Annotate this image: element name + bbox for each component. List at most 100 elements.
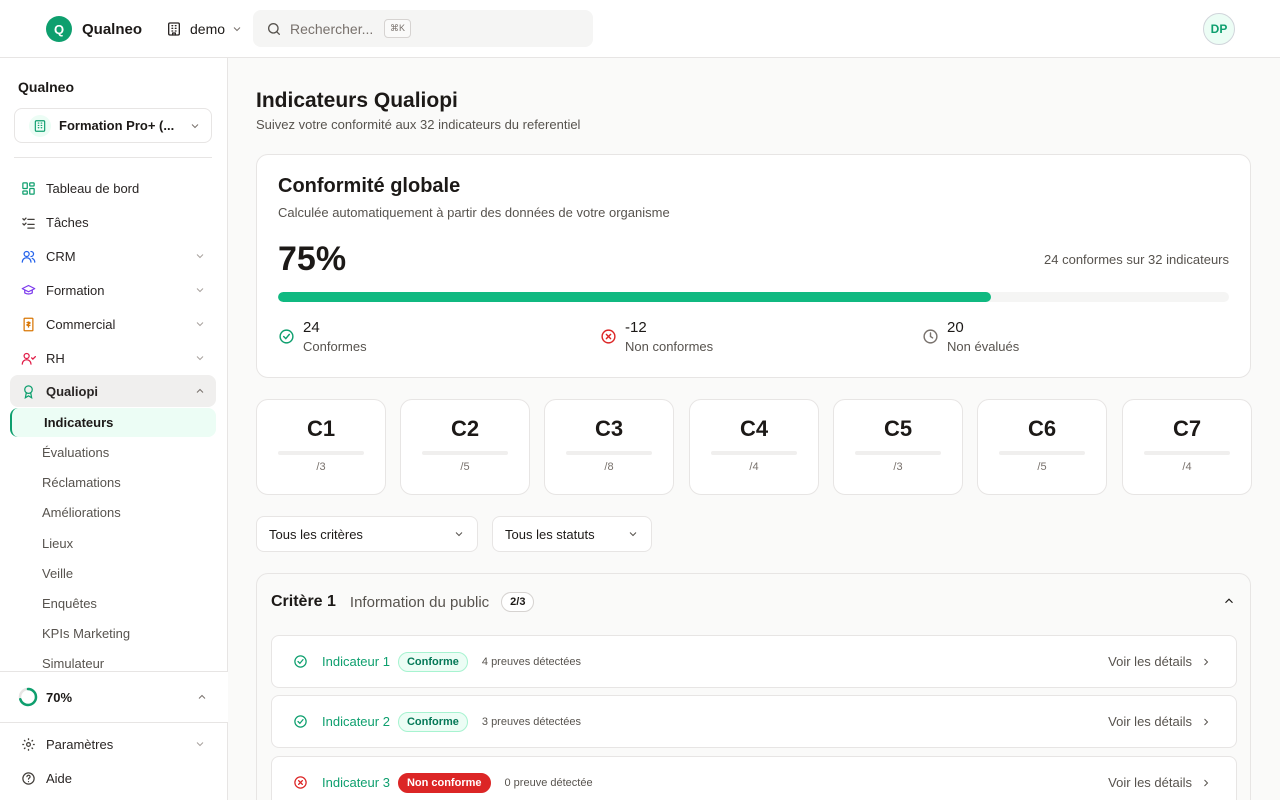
top-bar: Q Qualneo demo ⌘K DP: [0, 0, 1280, 58]
sidebar-subitem-simulateur[interactable]: Simulateur: [42, 656, 104, 671]
organization-selector[interactable]: Formation Pro+ (...: [14, 108, 212, 143]
criterion-group-title: Critère 1: [271, 593, 336, 610]
x-circle-icon: [600, 319, 617, 354]
criterion-card-c1[interactable]: C1 /3: [256, 399, 386, 495]
sidebar-item-label: Qualiopi: [46, 383, 98, 399]
criterion-card-c2[interactable]: C2 /5: [400, 399, 530, 495]
user-avatar[interactable]: DP: [1203, 13, 1235, 45]
chevron-down-icon: [194, 352, 206, 364]
sidebar-item-settings[interactable]: Paramètres: [10, 728, 216, 760]
chevron-right-icon: [1200, 656, 1212, 668]
indicator-name[interactable]: Indicateur 3: [322, 775, 390, 790]
criterion-card-c7[interactable]: C7 /4: [1122, 399, 1252, 495]
sidebar-item-rh[interactable]: RH: [10, 342, 216, 374]
view-details-link[interactable]: Voir les détails: [1108, 775, 1212, 790]
sidebar-subitem-enquetes[interactable]: Enquêtes: [42, 596, 97, 611]
criterion-group-count: 2/3: [501, 592, 535, 612]
sidebar-subitem-reclamations[interactable]: Réclamations: [42, 475, 121, 490]
check-circle-icon: [293, 654, 308, 669]
compliance-progress-fill: [278, 292, 992, 302]
stat-value: -12: [625, 319, 647, 336]
indicator-row[interactable]: Indicateur 1 Conforme 4 preuves détectée…: [271, 635, 1237, 688]
proof-count: 4 preuves détectées: [481, 655, 581, 668]
award-icon: [21, 384, 36, 399]
sidebar-item-label: Commercial: [46, 316, 116, 332]
divider: [14, 157, 212, 158]
criterion-progress: [999, 451, 1085, 455]
view-details-label: Voir les détails: [1108, 714, 1192, 729]
criterion-group-name: Information du public: [349, 593, 490, 611]
criterion-card-c4[interactable]: C4 /4: [689, 399, 819, 495]
criteria-filter-select[interactable]: Tous les critères: [256, 516, 478, 552]
criterion-progress: [711, 451, 797, 455]
criterion-total: /5: [460, 461, 470, 473]
status-badge: Conforme: [397, 711, 468, 732]
stat-value: 24: [303, 319, 320, 336]
workspace-switcher[interactable]: demo: [166, 18, 243, 40]
chevron-down-icon: [194, 250, 206, 262]
sidebar-subitem-evaluations[interactable]: Évaluations: [42, 445, 109, 460]
page-subtitle: Suivez votre conformité aux 32 indicateu…: [256, 117, 581, 132]
stat-label: Non conformes: [625, 339, 714, 354]
sidebar-item-crm[interactable]: CRM: [10, 240, 216, 272]
x-circle-icon: [293, 775, 308, 790]
sidebar-item-label: Tableau de bord: [46, 180, 140, 196]
sidebar-item-tasks[interactable]: Tâches: [10, 206, 216, 238]
sidebar-item-dashboard[interactable]: Tableau de bord: [10, 172, 216, 204]
chevron-down-icon: [194, 738, 206, 750]
criterion-code: C4: [739, 416, 769, 441]
view-details-link[interactable]: Voir les détails: [1108, 654, 1212, 669]
chevron-right-icon: [1200, 716, 1212, 728]
compliance-summary: 24 conformes sur 32 indicateurs: [1044, 252, 1229, 267]
criterion-progress: [278, 451, 364, 455]
chevron-down-icon: [231, 23, 243, 35]
criterion-code: C2: [450, 416, 480, 441]
compliance-progress-bar: [278, 292, 1229, 302]
sidebar-item-qualiopi[interactable]: Qualiopi: [10, 375, 216, 407]
sidebar-item-commercial[interactable]: Commercial: [10, 308, 216, 340]
indicator-name[interactable]: Indicateur 2: [322, 714, 390, 729]
brand-logo: Q: [46, 16, 72, 42]
sidebar-subitem-indicateurs[interactable]: Indicateurs: [10, 408, 216, 437]
search-bar[interactable]: ⌘K: [253, 10, 593, 47]
criterion-card-c3[interactable]: C3 /8: [544, 399, 674, 495]
search-input[interactable]: [290, 20, 376, 37]
chevron-up-icon[interactable]: [1222, 594, 1236, 608]
global-compliance-card: Conformité globale Calculée automatiquem…: [256, 154, 1251, 378]
criterion-group-header[interactable]: Critère 1 Information du public 2/3: [271, 592, 535, 612]
indicator-row[interactable]: Indicateur 3 Non conforme 0 preuve détec…: [271, 756, 1237, 800]
filter-value: Tous les critères: [269, 526, 363, 542]
search-icon: [266, 21, 282, 37]
compliance-percent: 75%: [278, 240, 347, 278]
chevron-up-icon: [196, 691, 208, 703]
brand[interactable]: Q Qualneo: [46, 16, 142, 42]
sidebar-subitem-lieux[interactable]: Lieux: [42, 536, 73, 551]
view-details-link[interactable]: Voir les détails: [1108, 714, 1212, 729]
criterion-code: C6: [1027, 416, 1057, 441]
sidebar-subitem-kpis-marketing[interactable]: KPIs Marketing: [42, 626, 130, 641]
criterion-total: /4: [1182, 461, 1192, 473]
indicator-row[interactable]: Indicateur 2 Conforme 3 preuves détectée…: [271, 695, 1237, 748]
sidebar-item-help[interactable]: Aide: [10, 762, 216, 794]
status-filter-select[interactable]: Tous les statuts: [492, 516, 652, 552]
sidebar-subitem-ameliorations[interactable]: Améliorations: [42, 505, 121, 520]
stat-non-conformes: -12 Non conformes: [600, 319, 713, 354]
sidebar-item-label: Paramètres: [46, 736, 114, 752]
criterion-card-c5[interactable]: C5 /3: [833, 399, 963, 495]
indicator-name[interactable]: Indicateur 1: [322, 654, 390, 669]
stat-conformes: 24 Conformes: [278, 319, 367, 354]
help-circle-icon: [21, 771, 36, 786]
sidebar: Qualneo Formation Pro+ (... Tableau de b…: [0, 58, 228, 800]
sidebar-subitem-veille[interactable]: Veille: [42, 566, 73, 581]
tasks-icon: [21, 215, 36, 230]
card-subtitle: Calculée automatiquement à partir des do…: [278, 205, 670, 220]
chevron-down-icon: [194, 318, 206, 330]
setup-progress[interactable]: 70%: [0, 671, 228, 723]
sidebar-item-formation[interactable]: Formation: [10, 274, 216, 306]
criterion-card-c6[interactable]: C6 /5: [977, 399, 1107, 495]
chevron-right-icon: [1200, 777, 1212, 789]
users-icon: [21, 249, 36, 264]
filter-value: Tous les statuts: [505, 526, 595, 542]
criterion-code: C1: [306, 416, 336, 441]
sidebar-item-label: Aide: [46, 770, 73, 786]
